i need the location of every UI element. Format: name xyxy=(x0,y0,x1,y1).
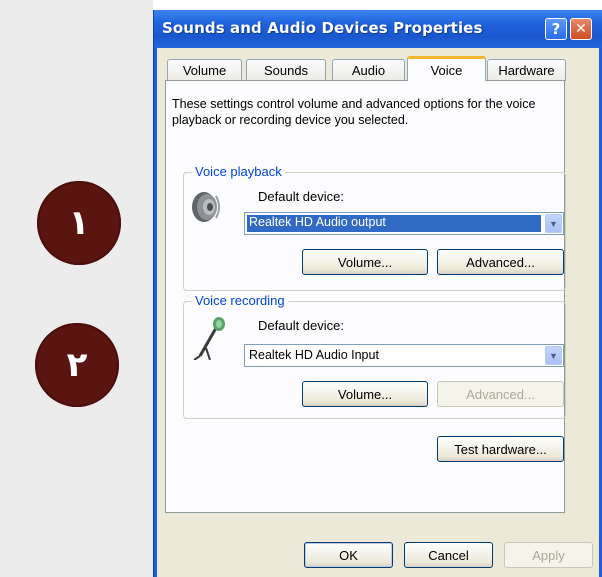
test-hardware-button[interactable]: Test hardware... xyxy=(437,436,564,462)
playback-device-dropdown[interactable]: Realtek HD Audio output ▼ xyxy=(244,212,564,235)
playback-device-value: Realtek HD Audio output xyxy=(247,215,541,232)
cancel-button[interactable]: Cancel xyxy=(404,542,493,568)
recording-device-dropdown[interactable]: Realtek HD Audio Input ▼ xyxy=(244,344,564,367)
playback-default-device-label: Default device: xyxy=(258,189,344,204)
playback-advanced-button[interactable]: Advanced... xyxy=(437,249,564,275)
step-badge-2: ٢ xyxy=(35,323,119,407)
voice-recording-label: Voice recording xyxy=(192,293,288,308)
close-button[interactable]: ✕ xyxy=(570,18,592,40)
left-margin xyxy=(0,0,153,577)
recording-device-value: Realtek HD Audio Input xyxy=(249,348,379,362)
properties-dialog: Sounds and Audio Devices Properties ? ✕ … xyxy=(153,10,602,577)
tab-sounds[interactable]: Sounds xyxy=(246,59,326,81)
playback-volume-button[interactable]: Volume... xyxy=(302,249,428,275)
chevron-down-icon[interactable]: ▼ xyxy=(545,214,562,233)
apply-button: Apply xyxy=(504,542,593,568)
tab-volume[interactable]: Volume xyxy=(167,59,242,81)
recording-volume-button[interactable]: Volume... xyxy=(302,381,428,407)
recording-advanced-button: Advanced... xyxy=(437,381,564,407)
microphone-icon xyxy=(193,317,225,360)
window-title: Sounds and Audio Devices Properties xyxy=(162,19,483,37)
recording-default-device-label: Default device: xyxy=(258,318,344,333)
help-icon: ? xyxy=(551,20,561,38)
tab-hardware[interactable]: Hardware xyxy=(487,59,566,81)
title-bar: Sounds and Audio Devices Properties ? ✕ xyxy=(154,10,602,48)
step-badge-1: ١ xyxy=(37,181,121,265)
tab-voice[interactable]: Voice xyxy=(407,56,486,81)
speaker-icon xyxy=(192,192,220,222)
ok-button[interactable]: OK xyxy=(304,542,393,568)
voice-playback-label: Voice playback xyxy=(192,164,285,179)
close-icon: ✕ xyxy=(575,21,587,37)
tab-audio[interactable]: Audio xyxy=(332,59,405,81)
help-button[interactable]: ? xyxy=(545,18,567,40)
chevron-down-icon[interactable]: ▼ xyxy=(545,346,562,365)
voice-description: These settings control volume and advanc… xyxy=(172,97,536,127)
